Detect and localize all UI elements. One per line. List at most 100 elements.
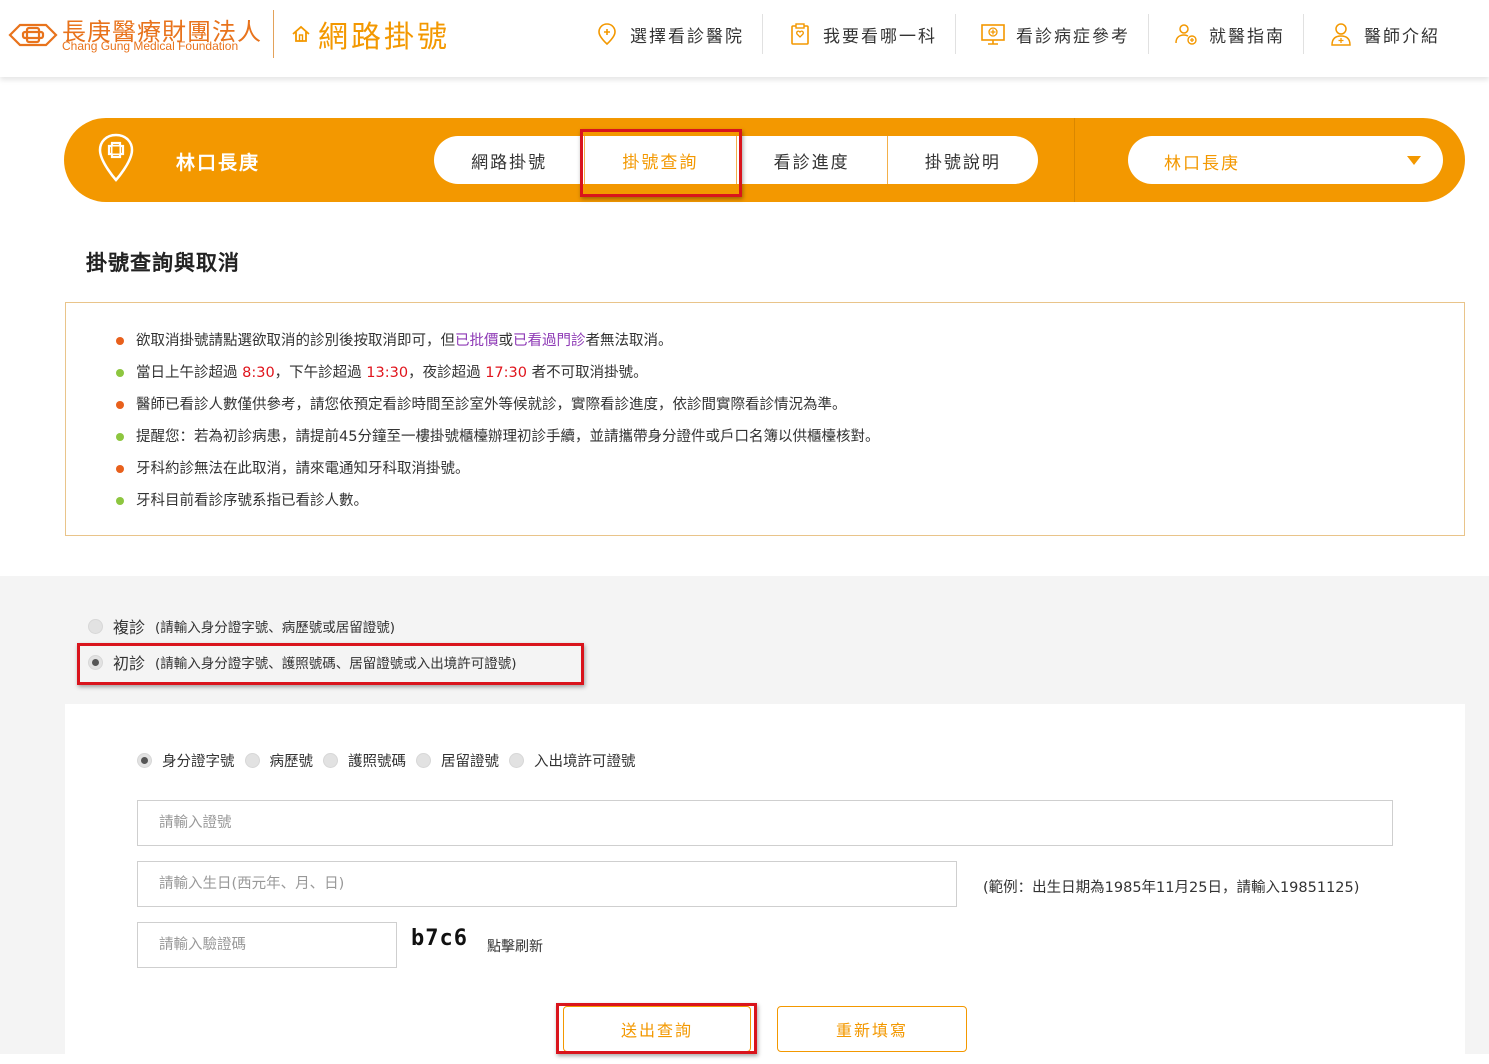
notice-item: 提醒您：若為初診病患，請提前45分鐘至一樓掛號櫃檯辦理初診手續，並請攜帶身分證件…: [114, 425, 879, 457]
id-type-label: 病歷號: [269, 754, 314, 770]
nav-label: 醫師介紹: [1364, 26, 1440, 47]
notice-text: 者無法取消。: [585, 333, 673, 349]
nav-select-hospital[interactable]: 選擇看診醫院: [588, 14, 763, 54]
notice-text: 或: [498, 333, 514, 349]
hospital-select[interactable]: 林口長庚: [1128, 136, 1443, 184]
captcha-input[interactable]: [137, 922, 397, 968]
top-navigation: 選擇看診醫院 我要看哪一科 看診病症參考 就醫指南 醫師介紹: [588, 14, 1440, 54]
bullet-icon: [116, 401, 124, 409]
visit-type-desc: (請輸入身分證字號、護照號碼、居留證號或入出境許可證號): [155, 656, 517, 672]
visit-type-first[interactable]: 初診 (請輸入身分證字號、護照號碼、居留證號或入出境許可證號): [88, 650, 517, 674]
id-type-label: 身分證字號: [162, 754, 235, 770]
nav-label: 就醫指南: [1209, 26, 1285, 47]
notice-text: 牙科約診無法在此取消，請來電通知牙科取消掛號。: [136, 461, 470, 477]
captcha-image[interactable]: b7c6: [411, 926, 468, 951]
radio-entry-permit[interactable]: [509, 753, 524, 768]
bullet-icon: [116, 369, 124, 377]
radio-national-id[interactable]: [137, 753, 152, 768]
id-type-label: 居留證號: [441, 754, 499, 770]
notice-item: 欲取消掛號請點選欲取消的診別後按取消即可，但已批價或已看過門診者無法取消。: [114, 329, 879, 361]
notice-list: 欲取消掛號請點選欲取消的診別後按取消即可，但已批價或已看過門診者無法取消。 當日…: [114, 329, 879, 521]
query-panel: 身分證字號 病歷號 護照號碼 居留證號 入出境許可證號 (範例：出生日期為198…: [65, 704, 1465, 1064]
visit-type-name: 初診: [113, 654, 146, 673]
id-type-residence[interactable]: 居留證號: [416, 750, 499, 771]
bullet-icon: [116, 337, 124, 345]
app-title[interactable]: 網路掛號: [290, 14, 450, 55]
id-type-entry-permit[interactable]: 入出境許可證號: [509, 750, 636, 771]
radio-chart-no[interactable]: [244, 753, 260, 768]
visit-type-name: 複診: [113, 618, 146, 637]
bar-divider: [1074, 118, 1075, 202]
notice-text: 牙科目前看診序號系指已看診人數。: [136, 493, 368, 509]
notice-highlight: 已批價: [455, 333, 499, 349]
notice-text: 當日上午診超過: [136, 365, 243, 381]
bullet-icon: [116, 497, 124, 505]
tab-registration-info[interactable]: 掛號說明: [888, 136, 1038, 184]
function-tabs: 網路掛號 掛號查詢 看診進度 掛號說明: [434, 136, 1038, 184]
tab-clinic-progress[interactable]: 看診進度: [737, 136, 888, 184]
person-guide-icon: [1175, 24, 1197, 45]
doctor-icon: [1331, 23, 1351, 46]
submit-query-button[interactable]: 送出查詢: [563, 1006, 751, 1052]
tab-registration-query[interactable]: 掛號查詢: [585, 136, 737, 184]
reset-form-button[interactable]: 重新填寫: [777, 1006, 967, 1052]
bullet-icon: [116, 433, 124, 441]
notice-highlight: 已看過門診: [513, 333, 586, 349]
notice-item: 牙科約診無法在此取消，請來電通知牙科取消掛號。: [114, 457, 879, 489]
nav-doctors[interactable]: 醫師介紹: [1304, 14, 1440, 54]
app-title-text: 網路掛號: [318, 20, 450, 55]
notice-item: 當日上午診超過 8:30，下午診超過 13:30，夜診超過 17:30 者不可取…: [114, 361, 879, 393]
radio-return-visit[interactable]: [88, 618, 103, 634]
tab-online-registration[interactable]: 網路掛號: [434, 136, 586, 184]
cross-logo-icon: [8, 23, 58, 47]
notice-text: 醫師已看診人數僅供參考，請您依預定看診時間至診室外等候就診，實際看診進度，依診間…: [136, 397, 847, 413]
nav-label: 看診病症參考: [1016, 26, 1130, 47]
id-type-national-id[interactable]: 身分證字號: [137, 750, 235, 771]
id-type-chart-no[interactable]: 病歷號: [244, 750, 314, 771]
notice-text: 提醒您：若為初診病患，請提前45分鐘至一樓掛號櫃檯辦理初診手續，並請攜帶身分證件…: [136, 429, 880, 445]
hospital-name: 林口長庚: [176, 152, 261, 174]
hospital-select-value: 林口長庚: [1164, 154, 1240, 174]
id-type-passport[interactable]: 護照號碼: [323, 750, 406, 771]
clipboard-icon: [791, 23, 809, 45]
radio-passport[interactable]: [323, 753, 338, 768]
birthdate-example: (範例：出生日期為1985年11月25日，請輸入19851125): [983, 880, 1360, 896]
captcha-refresh-link[interactable]: 點擊刷新: [487, 936, 543, 956]
nav-guide[interactable]: 就醫指南: [1149, 14, 1304, 54]
logo-english-name: Chang Gung Medical Foundation: [62, 39, 239, 53]
notice-time: 8:30: [242, 365, 275, 381]
visit-type-return[interactable]: 複診 (請輸入身分證字號、病歷號或居留證號): [88, 614, 395, 638]
notice-time: 17:30: [485, 365, 527, 381]
home-icon: [292, 25, 310, 42]
notice-box: 欲取消掛號請點選欲取消的診別後按取消即可，但已批價或已看過門診者無法取消。 當日…: [65, 302, 1465, 536]
bullet-icon: [116, 465, 124, 473]
nav-symptoms[interactable]: 看診病症參考: [956, 14, 1149, 54]
id-type-label: 入出境許可證號: [534, 754, 636, 770]
location-pin-icon: [598, 23, 616, 46]
foundation-logo[interactable]: 長庚醫療財團法人 Chang Gung Medical Foundation: [8, 10, 268, 60]
notice-text: 欲取消掛號請點選欲取消的診別後按取消即可，但: [136, 333, 455, 349]
radio-first-visit[interactable]: [88, 654, 103, 670]
nav-department[interactable]: 我要看哪一科: [763, 14, 956, 54]
notice-text: ，夜診超過: [408, 365, 486, 381]
nav-label: 選擇看診醫院: [630, 26, 744, 47]
notice-item: 牙科目前看診序號系指已看診人數。: [114, 489, 879, 521]
nav-label: 我要看哪一科: [823, 26, 937, 47]
id-type-label: 護照號碼: [348, 754, 406, 770]
page-title: 掛號查詢與取消: [86, 251, 240, 275]
top-header: 長庚醫療財團法人 Chang Gung Medical Foundation 網…: [0, 0, 1489, 77]
monitor-medical-icon: [981, 24, 1005, 45]
chevron-down-icon: [1407, 156, 1421, 165]
notice-text: ，下午診超過: [274, 365, 367, 381]
radio-residence[interactable]: [416, 753, 431, 768]
notice-item: 醫師已看診人數僅供參考，請您依預定看診時間至診室外等候就診，實際看診進度，依診間…: [114, 393, 879, 425]
hospital-pin-icon: [98, 133, 134, 182]
id-number-input[interactable]: [137, 800, 1393, 846]
birthdate-input[interactable]: [137, 861, 957, 907]
header-divider: [273, 10, 274, 58]
id-type-options: 身分證字號 病歷號 護照號碼 居留證號 入出境許可證號: [137, 750, 646, 771]
hospital-bar: 林口長庚 網路掛號 掛號查詢 看診進度 掛號說明 林口長庚: [64, 118, 1465, 202]
notice-time: 13:30: [366, 365, 409, 381]
notice-text: 者不可取消掛號。: [526, 365, 648, 381]
visit-type-desc: (請輸入身分證字號、病歷號或居留證號): [155, 620, 396, 636]
